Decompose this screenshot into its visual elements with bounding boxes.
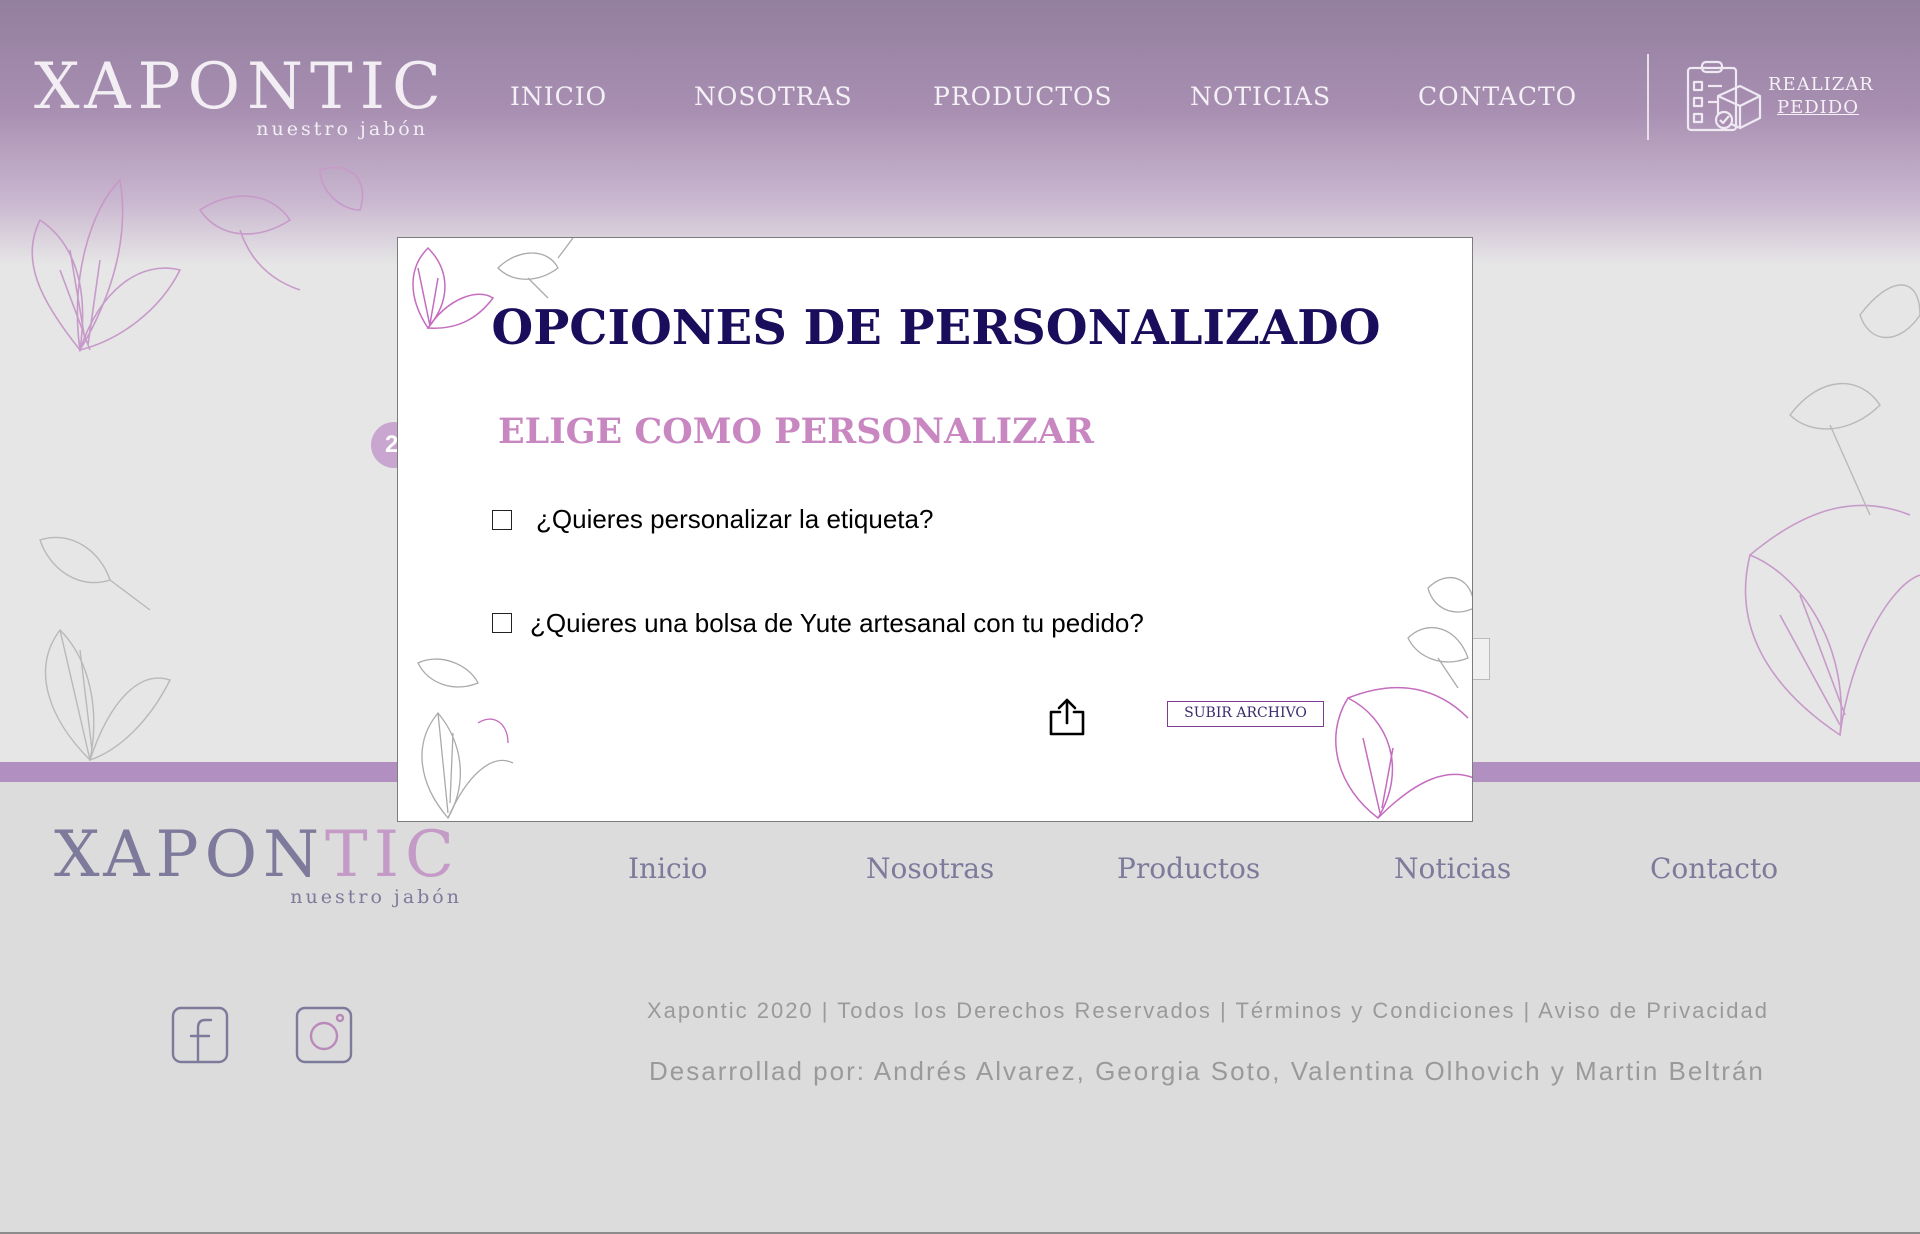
- nav-contacto[interactable]: CONTACTO: [1418, 82, 1577, 111]
- jute-bag-option[interactable]: ¿Quieres una bolsa de Yute artesanal con…: [530, 608, 1144, 639]
- flower-decoration-top-left: [31, 166, 364, 353]
- order-link-line2[interactable]: PEDIDO: [1768, 97, 1868, 118]
- logo-text: XAPONTIC: [34, 50, 448, 124]
- footer-logo[interactable]: XAPONTIC nuestro jabón: [54, 820, 474, 910]
- customization-modal: OPCIONES DE PERSONALIZADO ELIGE COMO PER…: [397, 237, 1473, 822]
- footer-logo-part1: XAPON: [54, 818, 326, 892]
- facebook-icon[interactable]: [171, 1006, 229, 1064]
- header-logo[interactable]: XAPONTIC nuestro jabón: [34, 50, 448, 142]
- footer-nav-nosotras[interactable]: Nosotras: [866, 852, 994, 885]
- jute-bag-checkbox[interactable]: [492, 613, 512, 633]
- copyright-text: Xapontic 2020 | Todos los Derechos Reser…: [647, 998, 1769, 1023]
- flower-decoration-left: [39, 536, 171, 762]
- footer-nav-inicio[interactable]: Inicio: [628, 852, 708, 885]
- footer-logo-text: XAPONTIC: [54, 820, 474, 890]
- footer-nav-productos[interactable]: Productos: [1117, 852, 1260, 885]
- order-clipboard-icon[interactable]: [1684, 58, 1762, 134]
- order-link-line1[interactable]: REALIZAR: [1768, 74, 1873, 95]
- label-customize-option[interactable]: ¿Quieres personalizar la etiqueta?: [536, 504, 933, 535]
- modal-flower-bottom-right: [1335, 577, 1472, 820]
- label-customize-checkbox[interactable]: [492, 510, 512, 530]
- flower-decoration-right: [1744, 284, 1920, 737]
- modal-title: OPCIONES DE PERSONALIZADO: [491, 300, 1381, 356]
- credits-text: Desarrollad por: Andrés Alvarez, Georgia…: [649, 1056, 1765, 1086]
- footer-logo-part2: TIC: [325, 818, 460, 892]
- footer-logo-tagline: nuestro jabón: [290, 886, 462, 908]
- footer-nav-noticias[interactable]: Noticias: [1394, 852, 1511, 885]
- nav-inicio[interactable]: INICIO: [510, 82, 607, 111]
- upload-file-button[interactable]: SUBIR ARCHIVO: [1167, 701, 1324, 727]
- footer-nav-contacto[interactable]: Contacto: [1650, 852, 1778, 885]
- logo-tagline: nuestro jabón: [256, 118, 428, 140]
- instagram-icon[interactable]: [295, 1006, 353, 1064]
- upload-share-icon[interactable]: [1048, 698, 1086, 736]
- nav-productos[interactable]: PRODUCTOS: [933, 82, 1113, 111]
- modal-subtitle: ELIGE COMO PERSONALIZAR: [498, 411, 1094, 452]
- nav-divider: [1647, 54, 1649, 140]
- nav-nosotras[interactable]: NOSOTRAS: [694, 82, 853, 111]
- modal-flower-bottom-left: [417, 658, 514, 820]
- nav-noticias[interactable]: NOTICIAS: [1190, 82, 1331, 111]
